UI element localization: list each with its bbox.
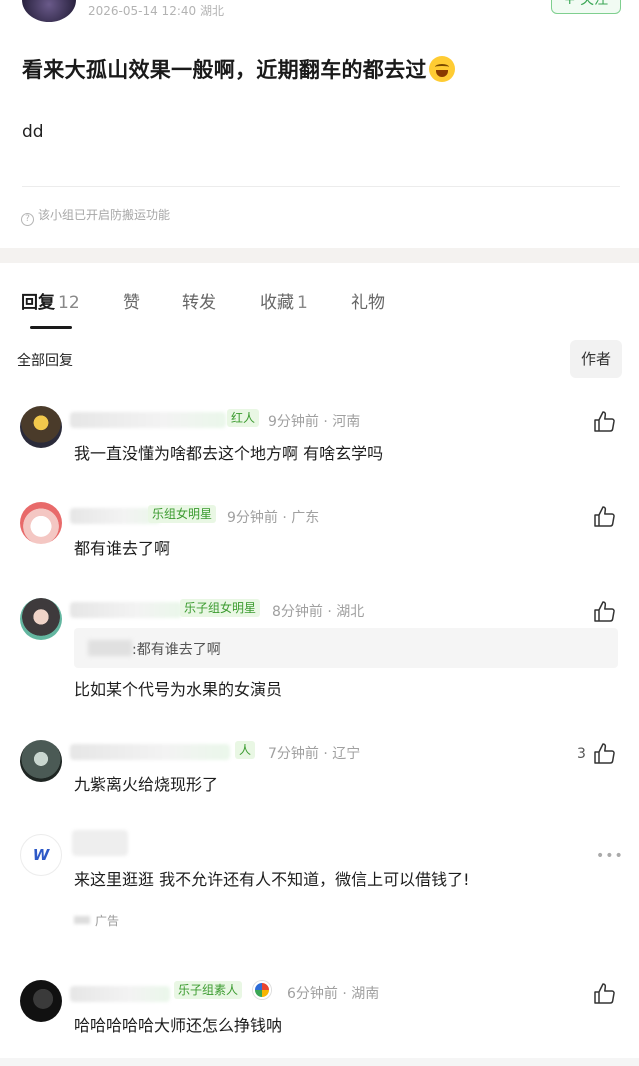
notice-text: 该小组已开启防搬运功能: [38, 208, 171, 222]
info-circle-icon: ?: [21, 213, 34, 226]
bottom-edge: [0, 1058, 639, 1066]
anti-repost-notice: ? 该小组已开启防搬运功能: [21, 206, 170, 226]
username-blurred[interactable]: [70, 508, 160, 524]
thumbs-up-icon[interactable]: [592, 505, 616, 529]
tab-gifts[interactable]: 礼物: [351, 288, 385, 313]
user-badge: 乐组女明星: [148, 505, 217, 523]
comment-text: 我一直没懂为啥都去这个地方啊 有啥玄学吗: [74, 444, 384, 463]
post-title: 看来大孤山效果一般啊，近期翻车的都去过: [22, 54, 455, 84]
more-options-icon[interactable]: •••: [596, 848, 624, 864]
tab-label: 赞: [123, 293, 140, 313]
thumbs-up-icon[interactable]: [592, 410, 616, 434]
comment-text: 都有谁去了啊: [74, 539, 171, 558]
divider: [22, 186, 620, 187]
comment-text: 九紫离火给烧现形了: [74, 775, 219, 794]
post-meta: 2026-05-14 12:40 湖北 + 关注: [0, 0, 639, 22]
user-badge: 乐子组素人: [174, 981, 243, 999]
ad-tag-label: 广告: [95, 914, 120, 928]
post-body: dd: [22, 122, 44, 142]
follow-button[interactable]: + 关注: [551, 0, 621, 14]
tab-count: 12: [58, 293, 80, 313]
tab-replies[interactable]: 回复 12: [21, 288, 80, 313]
author-only-button[interactable]: 作者: [570, 340, 622, 378]
comment-meta: 8分钟前 · 湖北: [272, 604, 365, 620]
ad-source-blurred: [74, 916, 90, 924]
quoted-reply[interactable]: :都有谁去了啊: [74, 628, 618, 668]
tab-count: 1: [297, 293, 308, 313]
reply-tabs: 回复 12 赞 转发 收藏 1 礼物: [0, 288, 639, 318]
advertiser-name-blurred[interactable]: [72, 830, 128, 856]
active-tab-indicator: [30, 326, 72, 329]
tab-label: 礼物: [351, 293, 385, 313]
user-badge: 红人: [227, 409, 260, 427]
thumbs-up-icon[interactable]: [592, 600, 616, 624]
laughing-tears-emoji-icon: [428, 56, 455, 82]
gift-avatar-icon: [253, 981, 271, 999]
avatar[interactable]: [20, 502, 62, 544]
quoted-username-blurred: [88, 640, 132, 656]
ad-tag: 广告: [74, 912, 119, 929]
all-replies-label: 全部回复: [17, 353, 73, 369]
tab-likes[interactable]: 赞: [123, 288, 140, 313]
avatar[interactable]: [20, 406, 62, 448]
comment-text: 比如某个代号为水果的女演员: [74, 680, 283, 699]
section-separator: [0, 248, 639, 263]
ad-logo: W: [32, 846, 50, 864]
username-blurred[interactable]: [70, 412, 226, 428]
thumbs-up-icon[interactable]: [592, 742, 616, 766]
quoted-text: :都有谁去了啊: [132, 642, 221, 658]
username-blurred[interactable]: [70, 986, 170, 1002]
comment-meta: 7分钟前 · 辽宁: [268, 746, 361, 762]
avatar[interactable]: [20, 740, 62, 782]
avatar[interactable]: [20, 980, 62, 1022]
tab-label: 收藏: [260, 293, 294, 313]
comment-meta: 9分钟前 · 广东: [227, 510, 320, 526]
username-blurred[interactable]: [70, 744, 230, 760]
tab-label: 转发: [182, 293, 216, 313]
thumbs-up-icon[interactable]: [592, 982, 616, 1006]
post-title-text: 看来大孤山效果一般啊，近期翻车的都去过: [22, 58, 427, 82]
ad-text[interactable]: 来这里逛逛 我不允许还有人不知道，微信上可以借钱了!: [74, 866, 470, 890]
user-badge: 人: [235, 741, 256, 759]
author-avatar[interactable]: [22, 0, 76, 22]
comment-meta: 9分钟前 · 河南: [268, 414, 361, 430]
ad-avatar[interactable]: W: [20, 834, 62, 876]
like-count: 3: [577, 746, 586, 762]
tab-label: 回复: [21, 293, 55, 313]
avatar[interactable]: [20, 598, 62, 640]
username-blurred[interactable]: [70, 602, 182, 618]
post-time-location: 2026-05-14 12:40 湖北: [88, 4, 224, 18]
tab-favorites[interactable]: 收藏 1: [260, 288, 308, 313]
user-badge: 乐子组女明星: [180, 599, 261, 617]
tab-reposts[interactable]: 转发: [182, 288, 216, 313]
comment-meta: 6分钟前 · 湖南: [287, 986, 380, 1002]
comment-text: 哈哈哈哈哈大师还怎么挣钱呐: [74, 1016, 283, 1035]
